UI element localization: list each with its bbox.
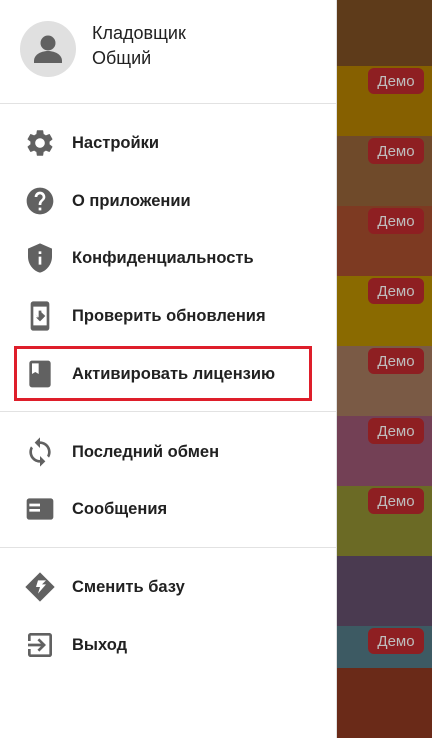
navigation-drawer: Кладовщик Общий Настройки О приложении К… — [0, 0, 337, 738]
demo-badge: Демо — [368, 208, 424, 234]
menu-item-label: Сообщения — [72, 499, 168, 518]
menu-item-activate-license[interactable]: Активировать лицензию — [0, 346, 336, 402]
help-circle-icon — [24, 185, 56, 217]
user-name: Кладовщик — [92, 23, 186, 43]
demo-badge: Демо — [368, 138, 424, 164]
menu-item-label: Выход — [72, 635, 128, 654]
demo-badge: Демо — [368, 68, 424, 94]
person-icon — [34, 35, 62, 63]
demo-badge: Демо — [368, 348, 424, 374]
avatar[interactable] — [20, 21, 76, 77]
menu-item-messages[interactable]: Сообщения — [0, 481, 336, 537]
menu-item-label: Конфиденциальность — [72, 248, 254, 267]
menu-item-exit[interactable]: Выход — [0, 617, 336, 673]
book-icon — [24, 358, 56, 390]
divider — [0, 103, 336, 104]
menu-item-settings[interactable]: Настройки — [0, 115, 336, 171]
demo-badge: Демо — [368, 418, 424, 444]
menu-item-check-updates[interactable]: Проверить обновления — [0, 288, 336, 344]
shield-info-icon — [24, 242, 56, 274]
demo-badge: Демо — [368, 278, 424, 304]
menu-item-label: Последний обмен — [72, 442, 220, 461]
gear-icon — [24, 127, 56, 159]
menu-item-last-sync[interactable]: Последний обмен — [0, 424, 336, 480]
menu-item-switch-base[interactable]: Сменить базу — [0, 559, 336, 615]
menu-item-privacy[interactable]: Конфиденциальность — [0, 230, 336, 286]
demo-badge: Демо — [368, 488, 424, 514]
phone-download-icon — [24, 300, 56, 332]
menu-item-label: Проверить обновления — [72, 306, 266, 325]
divider — [0, 547, 336, 548]
user-role: Общий — [92, 48, 152, 68]
message-card-icon — [24, 493, 56, 525]
menu-item-about[interactable]: О приложении — [0, 173, 336, 229]
menu-item-label: О приложении — [72, 191, 191, 210]
sync-icon — [24, 436, 56, 468]
switch-base-icon — [24, 571, 56, 603]
exit-icon — [24, 629, 56, 661]
menu-item-label: Настройки — [72, 133, 160, 152]
divider — [0, 411, 336, 412]
menu-item-label: Сменить базу — [72, 577, 185, 596]
menu-item-label: Активировать лицензию — [72, 364, 276, 383]
demo-badge: Демо — [368, 628, 424, 654]
